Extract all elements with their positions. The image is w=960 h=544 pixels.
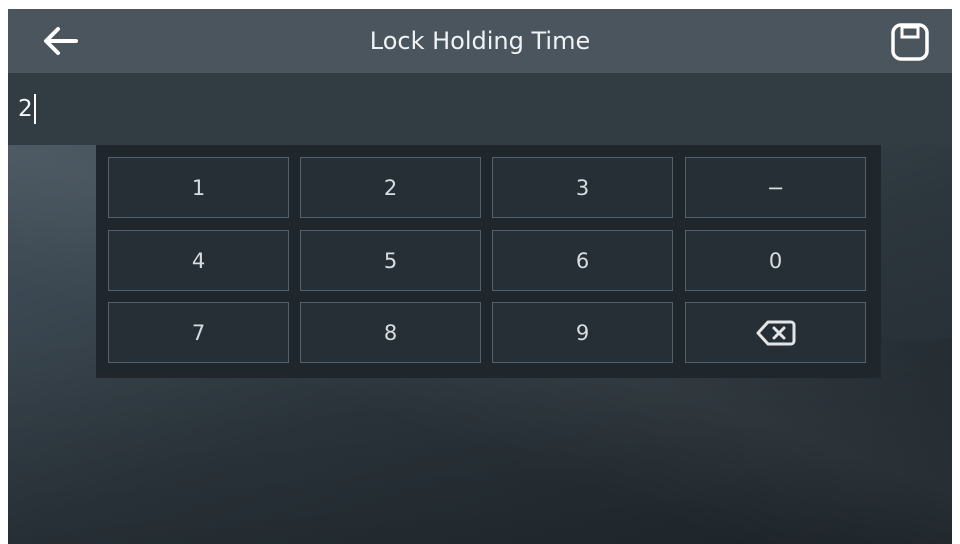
value-input[interactable]: 2 xyxy=(18,87,36,131)
key-2[interactable]: 2 xyxy=(300,157,481,218)
key-3[interactable]: 3 xyxy=(492,157,673,218)
page-title: Lock Holding Time xyxy=(369,27,591,55)
back-button[interactable] xyxy=(32,21,88,61)
save-icon xyxy=(891,23,929,61)
top-bar: Lock Holding Time xyxy=(8,9,952,73)
key-5[interactable]: 5 xyxy=(300,230,481,291)
input-row: 2 xyxy=(8,73,952,145)
save-button[interactable] xyxy=(884,21,936,63)
key-8[interactable]: 8 xyxy=(300,302,481,363)
key-backspace[interactable] xyxy=(685,302,866,363)
key-minus[interactable]: − xyxy=(685,157,866,218)
key-0[interactable]: 0 xyxy=(685,230,866,291)
key-7[interactable]: 7 xyxy=(108,302,289,363)
text-cursor xyxy=(33,94,36,124)
backspace-icon xyxy=(756,320,795,345)
arrow-left-icon xyxy=(44,27,78,55)
key-6[interactable]: 6 xyxy=(492,230,673,291)
numeric-keypad: 1 2 3 − 4 5 6 0 7 8 9 xyxy=(96,145,881,378)
screen: Lock Holding Time 2 1 2 3 − 4 5 6 0 7 8 … xyxy=(8,9,952,544)
key-1[interactable]: 1 xyxy=(108,157,289,218)
input-value: 2 xyxy=(18,96,33,122)
key-4[interactable]: 4 xyxy=(108,230,289,291)
key-9[interactable]: 9 xyxy=(492,302,673,363)
